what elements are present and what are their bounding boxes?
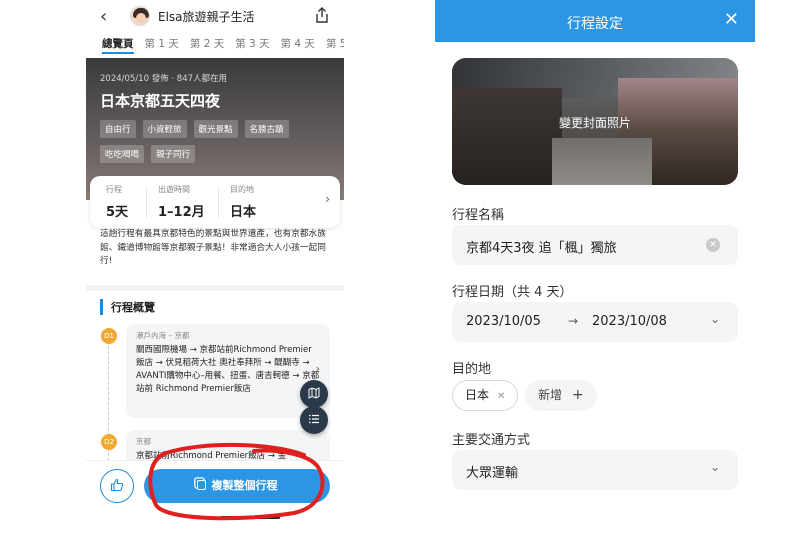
plus-icon: + <box>572 387 584 403</box>
settings-title: 行程設定 <box>567 16 623 32</box>
copy-trip-button[interactable]: 複製整個行程 <box>144 469 330 503</box>
back-icon[interactable]: ‹ <box>100 6 107 27</box>
tag[interactable]: 小資輕旅 <box>142 120 187 138</box>
tab-overview[interactable]: 總覽頁 <box>102 36 134 54</box>
trip-overview-screen: ‹ Elsa旅遊親子生活 總覽頁 第 1 天 第 2 天 第 3 天 第 4 天… <box>86 0 344 533</box>
day-tabs: 總覽頁 第 1 天 第 2 天 第 3 天 第 4 天 第 5 天 <box>86 36 344 60</box>
tag[interactable]: 自由行 <box>100 120 136 138</box>
chevron-right-icon[interactable]: › <box>325 192 330 206</box>
day-region: 瀨戶內海 – 京都 <box>136 331 190 340</box>
trip-name-value: 京都4天3夜 追「楓」獨旅 <box>466 241 617 256</box>
day-region: 京都 <box>136 437 151 446</box>
divider <box>218 186 219 218</box>
stat-value: 5天 <box>106 205 129 220</box>
chevron-down-icon[interactable]: ⌄ <box>710 312 720 326</box>
tab-day-2[interactable]: 第 2 天 <box>190 36 224 60</box>
tab-day-1[interactable]: 第 1 天 <box>145 36 179 60</box>
chevron-right-icon: › <box>315 362 320 375</box>
stat-season: 出遊時間 1–12月 <box>158 184 205 220</box>
home-indicator <box>220 516 280 519</box>
tag[interactable]: 觀光景點 <box>193 120 238 138</box>
stat-label: 出遊時間 <box>158 185 190 194</box>
overview-heading: 行程概覽 <box>100 299 155 315</box>
cover-photo[interactable]: 變更封面照片 <box>452 58 738 185</box>
trip-description: 這趟行程有最具京都特色的景點與世界遺產，也有京都水族館、鐵道博物館等京都親子景點… <box>100 229 326 266</box>
share-icon[interactable] <box>314 6 330 24</box>
thumbs-up-icon <box>110 478 124 492</box>
day-route: 關西國際機場 → 京都站前Richmond Premier飯店 → 伏見稻荷大社… <box>136 345 320 394</box>
destination-chip[interactable]: 日本 ✕ <box>452 380 519 411</box>
destination-chip-label: 日本 <box>465 388 490 402</box>
author-name[interactable]: Elsa旅遊親子生活 <box>158 8 255 25</box>
clear-icon[interactable]: ✕ <box>706 238 720 252</box>
copy-icon <box>196 480 206 490</box>
add-destination-label: 新增 <box>538 388 563 402</box>
tab-day-5[interactable]: 第 5 天 <box>326 36 344 60</box>
stat-label: 行程 <box>106 185 122 194</box>
stat-value: 1–12月 <box>158 205 205 220</box>
publish-meta: 2024/05/10 發佈 · 847人都在用 <box>100 74 228 84</box>
tab-day-4[interactable]: 第 4 天 <box>281 36 315 60</box>
trip-date-field[interactable]: 2023/10/05 → 2023/10/08 ⌄ <box>452 302 738 342</box>
day-badge: D2 <box>101 434 117 450</box>
close-icon[interactable]: ✕ <box>724 9 739 30</box>
divider <box>146 186 147 218</box>
section-divider <box>86 285 344 291</box>
destination-label: 目的地 <box>452 362 492 377</box>
chevron-down-icon[interactable]: ⌄ <box>710 460 720 474</box>
trip-stats-card[interactable]: 行程 5天 出遊時間 1–12月 目的地 日本 › <box>90 176 340 228</box>
bottom-action-bar: 複製整個行程 <box>86 460 344 533</box>
day-card[interactable]: 瀨戶內海 – 京都 關西國際機場 → 京都站前Richmond Premier飯… <box>126 324 330 418</box>
stat-destination: 目的地 日本 <box>230 184 256 220</box>
end-date: 2023/10/08 <box>592 314 667 329</box>
top-bar: ‹ Elsa旅遊親子生活 <box>86 0 344 34</box>
arrow-right-icon: → <box>568 314 579 328</box>
stat-duration: 行程 5天 <box>106 184 128 220</box>
trip-name-field[interactable]: 京都4天3夜 追「楓」獨旅 ✕ <box>452 225 738 265</box>
transport-value: 大眾運輸 <box>466 466 519 481</box>
transport-select[interactable]: 大眾運輸 ⌄ <box>452 450 738 490</box>
trip-name-label: 行程名稱 <box>452 208 505 223</box>
day-badge: D1 <box>101 328 117 344</box>
tab-day-3[interactable]: 第 3 天 <box>235 36 269 60</box>
transport-label: 主要交通方式 <box>452 433 531 448</box>
avatar[interactable] <box>130 6 150 26</box>
tag[interactable]: 親子同行 <box>151 145 196 163</box>
map-icon[interactable] <box>300 380 328 408</box>
tag[interactable]: 名勝古蹟 <box>244 120 289 138</box>
remove-icon[interactable]: ✕ <box>497 391 505 402</box>
trip-settings-panel: 行程設定 ✕ 變更封面照片 行程名稱 京都4天3夜 追「楓」獨旅 ✕ 行程日期（… <box>435 0 755 533</box>
stat-value: 日本 <box>230 205 257 220</box>
list-icon[interactable] <box>300 406 328 434</box>
change-cover-label[interactable]: 變更封面照片 <box>452 114 738 131</box>
start-date: 2023/10/05 <box>466 314 541 329</box>
trip-date-label: 行程日期（共 4 天） <box>452 285 573 300</box>
add-destination-button[interactable]: 新增 + <box>525 380 597 411</box>
like-button[interactable] <box>100 469 134 503</box>
copy-trip-label: 複製整個行程 <box>211 479 278 492</box>
tag-list: 自由行 小資輕旅 觀光景點 名勝古蹟 吃吃喝喝 親子同行 <box>100 120 320 163</box>
stat-label: 目的地 <box>230 185 254 194</box>
settings-header: 行程設定 ✕ <box>435 0 755 42</box>
trip-title: 日本京都五天四夜 <box>100 92 221 110</box>
tag[interactable]: 吃吃喝喝 <box>100 145 145 163</box>
